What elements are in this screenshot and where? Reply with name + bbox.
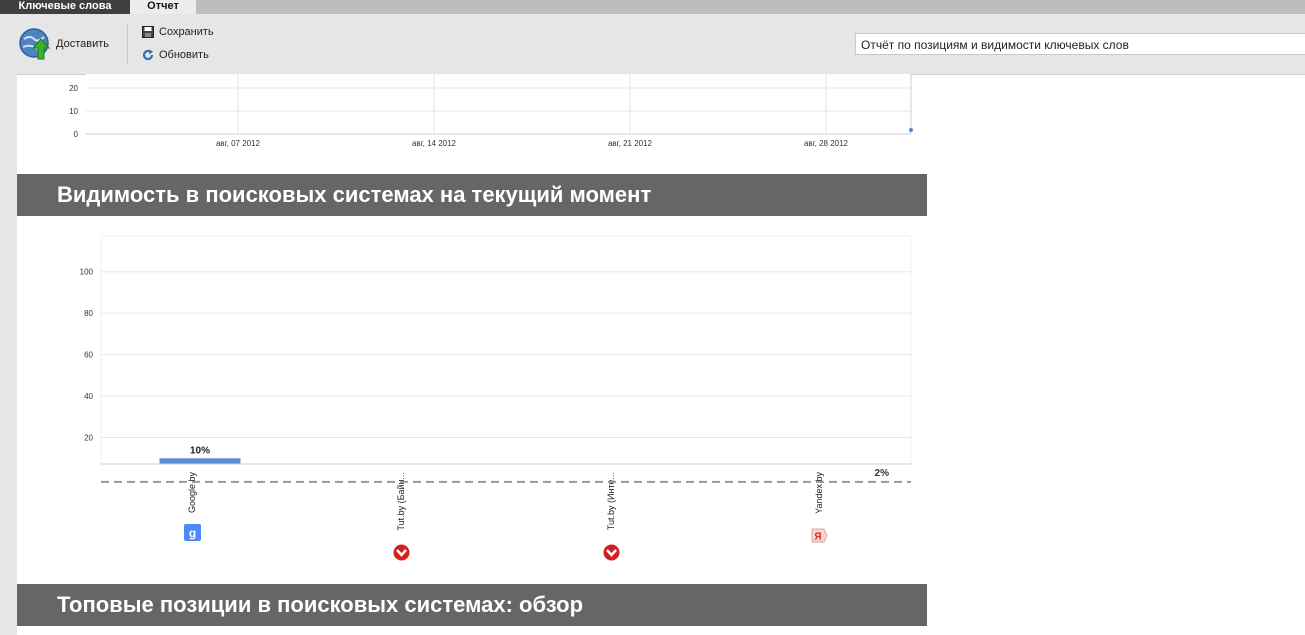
category-label: Tut.by (Инте...	[606, 472, 616, 530]
y-tick-label: 10	[69, 107, 78, 116]
globe-upload-icon	[19, 28, 51, 60]
x-tick-label: авг, 28 2012	[804, 139, 849, 148]
plot-area	[100, 235, 912, 465]
tab-keywords[interactable]: Ключевые слова	[0, 0, 130, 14]
floppy-disk-icon	[142, 26, 154, 38]
bar-data-label: 10%	[190, 445, 210, 456]
positions-line-chart: 0 10 20 авг, 07 2012 авг, 14 2012 авг, 21 201…	[69, 74, 913, 148]
y-tick-label: 100	[80, 268, 94, 277]
top-positions-section-title: Топовые позиции в поисковых системах: об…	[17, 584, 927, 626]
y-tick-label: 20	[84, 434, 93, 443]
category-label: Google.by	[187, 472, 197, 514]
y-tick-label: 80	[84, 309, 93, 318]
svg-text:Я: Я	[814, 532, 821, 543]
left-gutter	[0, 74, 17, 635]
save-button[interactable]: Сохранить	[142, 25, 232, 41]
tutby-icon	[393, 544, 410, 561]
data-point	[909, 128, 913, 132]
report-type-select[interactable]: Отчёт по позициям и видимости ключевых с…	[855, 33, 1305, 55]
google-icon: g	[184, 524, 201, 541]
svg-text:g: g	[189, 526, 196, 540]
x-tick-label: авг, 21 2012	[608, 139, 653, 148]
x-tick-label: авг, 07 2012	[216, 139, 261, 148]
tab-report[interactable]: Отчет	[130, 0, 196, 14]
category-label: Yandex.by	[814, 472, 824, 514]
save-label: Сохранить	[159, 26, 214, 38]
category-label: Tut.by (Байн...	[396, 472, 406, 531]
x-tick-label: авг, 14 2012	[412, 139, 457, 148]
y-tick-label: 40	[84, 392, 93, 401]
refresh-button[interactable]: Обновить	[142, 48, 232, 64]
tab-bar: Ключевые слова Отчет	[0, 0, 1305, 14]
yandex-icon: Я	[811, 528, 828, 543]
toolbar-divider	[127, 24, 128, 64]
reference-line-label: 2%	[875, 468, 890, 479]
y-tick-label: 20	[69, 84, 78, 93]
deliver-label: Доставить	[56, 38, 109, 50]
deliver-button[interactable]: Доставить	[18, 27, 118, 61]
bar	[159, 458, 241, 464]
plot-area	[86, 74, 911, 134]
tutby-icon	[603, 544, 620, 561]
y-tick-label: 60	[84, 351, 93, 360]
visibility-bar-chart: 20 40 60 80 100 10% Google.by Tut.by (Байн... Tu…	[80, 235, 912, 531]
visibility-section-title: Видимость в поисковых системах на текущи…	[17, 174, 927, 216]
refresh-label: Обновить	[159, 49, 209, 61]
toolbar: Доставить Сохранить Обновить Отчёт по по…	[0, 14, 1305, 75]
refresh-icon	[142, 49, 154, 61]
y-tick-label: 0	[74, 130, 79, 139]
